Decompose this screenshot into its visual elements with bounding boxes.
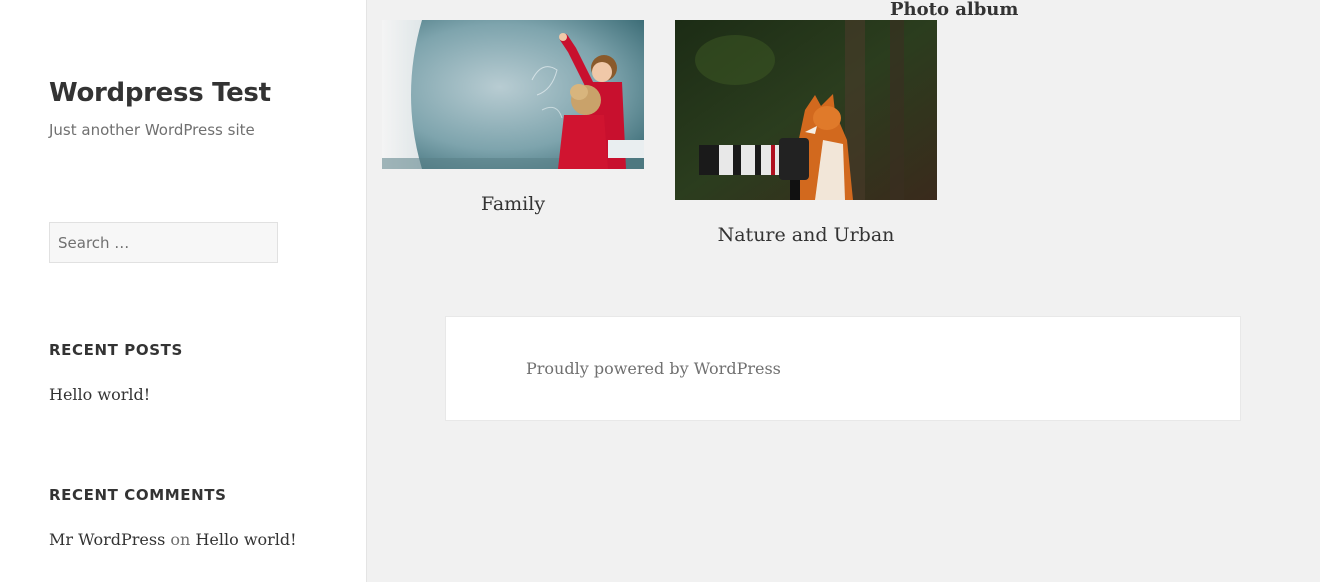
album-caption: Family [480, 193, 546, 215]
recent-post-link[interactable]: Hello world! [49, 385, 150, 404]
family-photo [382, 20, 644, 169]
site-description: Just another WordPress site [49, 121, 255, 139]
recent-comments-heading: RECENT COMMENTS [49, 486, 227, 504]
recent-posts-heading: RECENT POSTS [49, 341, 183, 359]
album-heading: Photo album [890, 0, 1019, 20]
comment-connector: on [170, 530, 191, 549]
search-input[interactable] [49, 222, 278, 263]
comment-post-link[interactable]: Hello world! [195, 530, 296, 549]
album-family[interactable]: Family [382, 20, 644, 220]
album-nature-and-urban[interactable]: Nature and Urban [675, 20, 937, 252]
site-title[interactable]: Wordpress Test [49, 78, 271, 108]
recent-comment: Mr WordPress on Hello world! [49, 530, 297, 549]
comment-author-link[interactable]: Mr WordPress [49, 530, 165, 549]
fox-photo [675, 20, 937, 200]
footer-credit-link[interactable]: Proudly powered by WordPress [526, 359, 781, 378]
sidebar: Wordpress Test Just another WordPress si… [0, 0, 367, 582]
album-caption: Nature and Urban [717, 224, 895, 246]
site-footer: Proudly powered by WordPress [445, 316, 1241, 421]
